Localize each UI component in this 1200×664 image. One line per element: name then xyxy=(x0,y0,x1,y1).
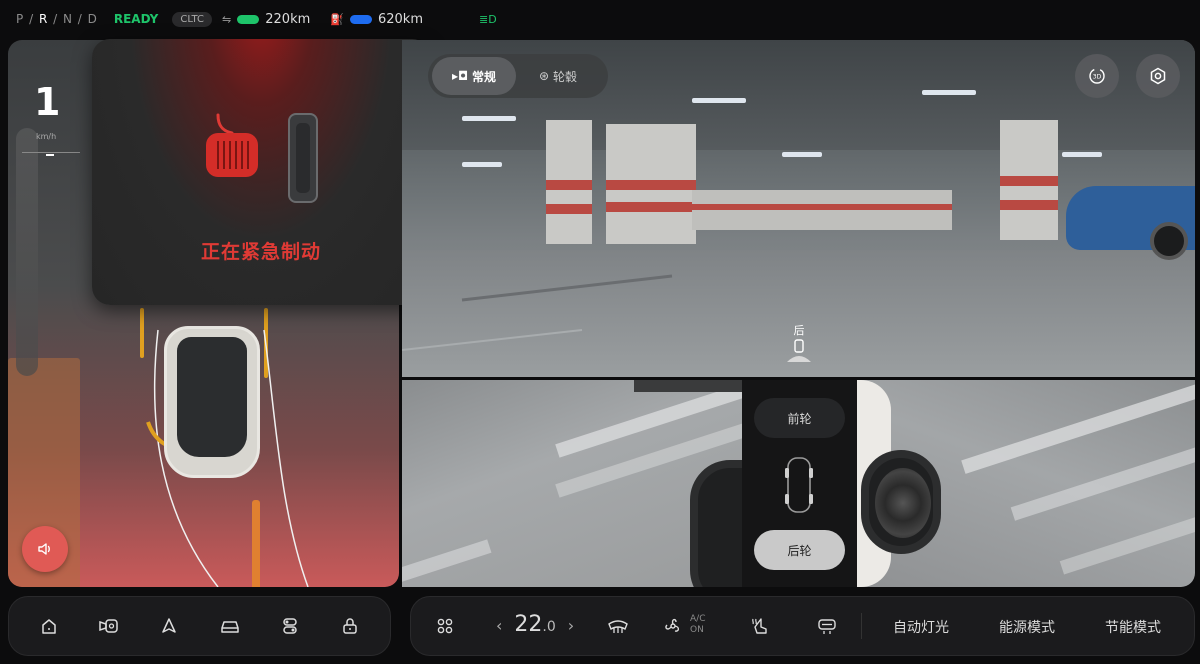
temperature-display: 22.0 xyxy=(514,612,555,637)
lock-button[interactable] xyxy=(333,609,367,643)
rear-wheel-button[interactable]: 后轮 xyxy=(754,530,845,570)
rear-defrost-icon xyxy=(818,619,836,634)
ev-range: ⇋ 220km xyxy=(222,12,310,27)
ev-battery-bar xyxy=(237,14,260,24)
camera-mode-tabs: ▸◘ 常规 ⊛ 轮毂 xyxy=(428,54,608,98)
left-tire xyxy=(690,460,742,587)
ready-status: READY xyxy=(113,12,159,26)
rear-defrost-button[interactable] xyxy=(810,609,844,643)
right-wheel-camera-view xyxy=(857,380,1195,587)
camera-direction-label: 后 xyxy=(793,324,805,337)
wheel-selector: 前轮 后轮 xyxy=(742,380,857,587)
charge-icon: ⇋ xyxy=(222,12,232,26)
temperature-value: 22 xyxy=(514,612,543,637)
tab-normal-label: 常规 xyxy=(472,69,497,84)
fuel-range-value: 620km xyxy=(377,11,423,27)
apps-grid-icon xyxy=(437,618,453,634)
toggles-icon xyxy=(282,618,297,634)
home-button[interactable] xyxy=(32,609,66,643)
navigation-button[interactable] xyxy=(152,609,186,643)
gear-rest: N / D xyxy=(62,12,98,26)
dock-divider xyxy=(861,613,862,639)
status-bar: P / R / N / D READY CLTC ⇋ 220km ⛽ 620km… xyxy=(0,0,1200,38)
car-body xyxy=(634,380,742,392)
vehicle-topview xyxy=(164,326,260,478)
fuel-icon: ⛽ xyxy=(330,12,344,26)
controls-button[interactable] xyxy=(273,609,307,643)
defrost-button[interactable] xyxy=(601,609,635,643)
rotate-3d-icon: 3D xyxy=(1089,68,1105,84)
tab-normal[interactable]: ▸◘ 常规 xyxy=(432,57,516,95)
road-marking xyxy=(1059,499,1195,575)
road-marking xyxy=(402,539,492,587)
defrost-icon xyxy=(608,620,628,633)
accelerator-pedal-icon xyxy=(288,113,318,203)
front-wheel-button[interactable]: 前轮 xyxy=(754,398,845,438)
ac-button[interactable] xyxy=(656,609,690,643)
auto-light-button[interactable]: 自动灯光 xyxy=(893,617,949,637)
temperature-control: ‹ 22.0 › xyxy=(496,612,574,637)
rear-direction-icon xyxy=(787,339,811,362)
gear-p: P xyxy=(16,12,25,26)
gear-icon xyxy=(1150,67,1166,85)
emergency-brake-popup: 正在紧急制动 xyxy=(92,39,430,305)
cycle-badge: CLTC xyxy=(172,11,213,27)
eco-mode-button[interactable]: 节能模式 xyxy=(1105,617,1161,637)
camera-button[interactable] xyxy=(92,609,126,643)
fuel-bar xyxy=(349,14,372,24)
fuel-range: ⛽ 620km xyxy=(330,12,423,27)
ac-status: A/C ON xyxy=(690,614,705,636)
energy-mode-button[interactable]: 能源模式 xyxy=(999,617,1055,637)
headlight-indicator-icon: ≣D xyxy=(479,12,497,26)
ac-state: ON xyxy=(690,625,704,635)
ev-range-value: 220km xyxy=(265,11,311,27)
apps-button[interactable] xyxy=(428,609,462,643)
dock-left xyxy=(8,596,391,656)
car-icon xyxy=(220,621,239,633)
wheel-icon: ⊛ xyxy=(538,69,550,83)
left-wheel-camera-view xyxy=(402,380,742,587)
seat-heat-button[interactable] xyxy=(742,609,776,643)
tab-wheel-label: 轮毂 xyxy=(553,69,578,84)
camera-icon xyxy=(99,619,118,633)
vehicle-button[interactable] xyxy=(213,609,247,643)
sound-button[interactable] xyxy=(22,526,68,572)
brake-pedal-icon xyxy=(206,113,258,177)
alert-text: 正在紧急制动 xyxy=(200,241,321,263)
camera-icon: ▸◘ xyxy=(451,69,469,83)
tab-wheel[interactable]: ⊛ 轮毂 xyxy=(516,57,600,95)
temp-up-button[interactable]: › xyxy=(568,616,574,635)
gear-active: R xyxy=(38,12,49,26)
navigation-icon xyxy=(162,618,177,633)
right-tire xyxy=(861,450,941,554)
temperature-decimal: .0 xyxy=(542,619,556,635)
lock-icon xyxy=(343,618,357,634)
speaker-icon xyxy=(38,543,50,555)
car-outline-icon xyxy=(785,457,813,513)
home-icon xyxy=(42,619,56,634)
ac-label: A/C xyxy=(690,614,706,624)
fan-icon xyxy=(665,618,680,632)
view-3d-button[interactable]: 3D xyxy=(1075,54,1119,98)
temp-down-button[interactable]: ‹ xyxy=(496,616,502,635)
camera-settings-button[interactable] xyxy=(1136,54,1180,98)
seat-heater-icon xyxy=(752,618,767,634)
gear-indicator: P / R / N / D xyxy=(16,12,98,26)
svg-text:3D: 3D xyxy=(1093,74,1102,81)
